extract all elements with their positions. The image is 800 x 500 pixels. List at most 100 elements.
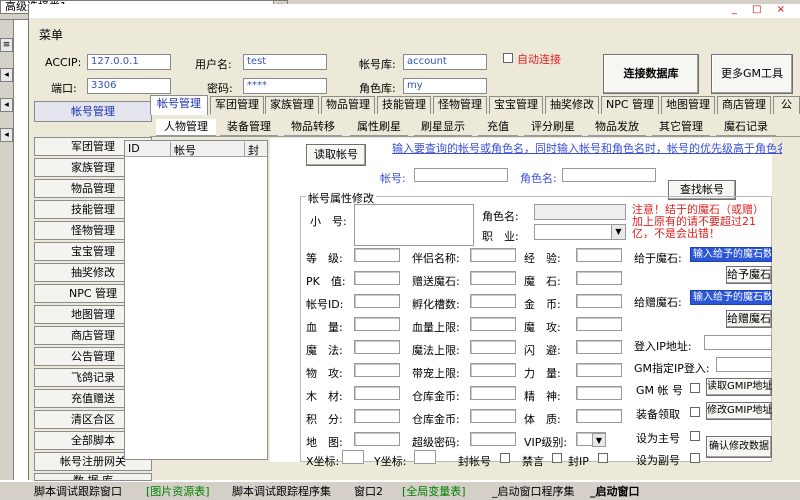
task-global-vars[interactable]: [全局变量表] xyxy=(402,484,466,499)
tab-notice-manage[interactable]: 公 xyxy=(773,96,800,114)
tab-monster-manage[interactable]: 怪物管理 xyxy=(433,96,487,114)
give-stone-button[interactable]: 给予魔石 xyxy=(726,266,772,284)
set-sub-checkbox[interactable] xyxy=(690,453,700,463)
task-image-resources[interactable]: [图片资源表] xyxy=(146,484,210,499)
tab-recharge[interactable]: 充值 xyxy=(478,119,518,136)
tab-other-manage[interactable]: 其它管理 xyxy=(652,119,710,136)
warehouse-gold-2-input[interactable] xyxy=(470,409,516,423)
chevron-down-icon[interactable]: ▼ xyxy=(592,433,606,447)
task-startup-window[interactable]: _启动窗口 xyxy=(590,484,640,499)
dodge-input[interactable] xyxy=(576,340,622,354)
task-script-debug-window[interactable]: 脚本调试跟踪窗口 xyxy=(34,484,122,499)
task-window2[interactable]: 窗口2 xyxy=(354,484,383,499)
super-password-input[interactable] xyxy=(470,432,516,446)
account-db-input[interactable]: account xyxy=(403,54,487,70)
give-stone-input[interactable]: 输入给予的魔石数 xyxy=(690,247,772,262)
mp-max-input[interactable] xyxy=(470,340,516,354)
task-script-debug-set[interactable]: 脚本调试跟踪程序集 xyxy=(232,484,331,499)
tab-family-manage[interactable]: 家族管理 xyxy=(265,96,319,114)
password-input[interactable]: **** xyxy=(243,78,327,94)
mate-name-input[interactable] xyxy=(470,248,516,262)
phys-attack-input[interactable] xyxy=(354,363,400,377)
tab-pet-manage[interactable]: 宝宝管理 xyxy=(489,96,543,114)
tab-magic-stone-log[interactable]: 魔石记录 xyxy=(716,119,776,136)
account-id-label: 帐号ID: xyxy=(306,298,344,311)
mp-input[interactable] xyxy=(354,340,400,354)
mate-name-label: 伴侣名称: xyxy=(412,252,460,265)
username-input[interactable]: test xyxy=(243,54,327,70)
seal-ip-checkbox[interactable] xyxy=(598,453,608,463)
nav-account-manage[interactable]: 帐号管理 xyxy=(34,101,152,122)
account-db-label: 帐号库: xyxy=(359,58,396,71)
constitution-input[interactable] xyxy=(576,409,622,423)
tab-item-transfer[interactable]: 物品转移 xyxy=(284,119,342,136)
role-db-label: 角色库: xyxy=(359,82,396,95)
gm-account-checkbox[interactable] xyxy=(690,383,700,393)
y-coord-input[interactable] xyxy=(414,450,436,464)
tab-score-star[interactable]: 评分刷星 xyxy=(524,119,582,136)
col-id[interactable]: ID xyxy=(125,142,171,156)
nav-database[interactable]: 数 据 库 xyxy=(34,473,152,481)
tab-shop-manage[interactable]: 商店管理 xyxy=(717,96,771,114)
edge-menu-icon[interactable]: ≡ xyxy=(0,38,13,52)
tab-character-manage[interactable]: 人物管理 xyxy=(156,119,216,136)
confirm-modify-button[interactable]: 确认修改数据 xyxy=(706,436,772,458)
exp-input[interactable] xyxy=(576,248,622,262)
tab-npc-manage[interactable]: NPC 管理 xyxy=(601,96,659,114)
connect-db-button[interactable]: 连接数据库 xyxy=(603,54,699,94)
wood-input[interactable] xyxy=(354,386,400,400)
pet-limit-input[interactable] xyxy=(470,363,516,377)
tab-star-display[interactable]: 刷星显示 xyxy=(414,119,472,136)
spirit-input[interactable] xyxy=(576,386,622,400)
tab-lottery-modify[interactable]: 抽奖修改 xyxy=(545,96,599,114)
gift-stone-button[interactable]: 给赠魔石 xyxy=(726,310,772,328)
seal-account-checkbox[interactable] xyxy=(500,453,510,463)
task-startup-window-set[interactable]: _启动窗口程序集 xyxy=(492,484,575,499)
points-input[interactable] xyxy=(354,409,400,423)
gift-stone-input[interactable] xyxy=(470,271,516,285)
tab-item-issue[interactable]: 物品发放 xyxy=(588,119,646,136)
gm-ip-label: GM指定IP登入: xyxy=(634,362,710,375)
gold-input[interactable] xyxy=(576,294,622,308)
pk-value-input[interactable] xyxy=(354,271,400,285)
vip-level-label: VIP级别: xyxy=(524,436,568,449)
role-db-input[interactable]: my xyxy=(403,78,487,94)
modify-gmip-button[interactable]: 修改GMIP地址 xyxy=(706,402,772,420)
edge-collapse-icon[interactable]: ◂ xyxy=(0,128,13,142)
account-id-input[interactable] xyxy=(354,294,400,308)
tab-map-manage[interactable]: 地图管理 xyxy=(661,96,715,114)
read-gmip-button[interactable]: 读取GMIP地址 xyxy=(706,378,772,396)
gm-ip-input[interactable] xyxy=(716,357,772,372)
tab-attr-star[interactable]: 属性刷星 xyxy=(350,119,408,136)
edge-collapse-icon[interactable]: ◂ xyxy=(0,98,13,112)
equip-claim-checkbox[interactable] xyxy=(690,407,700,417)
login-ip-input[interactable] xyxy=(704,335,772,350)
x-coord-input[interactable] xyxy=(342,450,364,464)
col-account[interactable]: 帐号 xyxy=(171,142,245,157)
ban-chat-checkbox[interactable] xyxy=(552,453,562,463)
map-input[interactable] xyxy=(354,432,400,446)
set-main-checkbox[interactable] xyxy=(690,431,700,441)
tab-item-manage[interactable]: 物品管理 xyxy=(321,96,375,114)
tab2-baseline xyxy=(150,136,800,137)
tab-skill-manage[interactable]: 技能管理 xyxy=(377,96,431,114)
edge-collapse-icon[interactable]: ◂ xyxy=(0,68,13,82)
account-list[interactable]: ID 帐号 封 xyxy=(124,140,268,460)
tab-legion-manage[interactable]: 军团管理 xyxy=(210,96,264,114)
warehouse-gold-input[interactable] xyxy=(470,386,516,400)
window-controls[interactable]: _ □ × xyxy=(732,4,791,15)
col-seal[interactable]: 封 xyxy=(245,142,267,157)
magic-attack-input[interactable] xyxy=(576,317,622,331)
hp-max-input[interactable] xyxy=(470,317,516,331)
hp-input[interactable] xyxy=(354,317,400,331)
autoconnect-checkbox[interactable] xyxy=(503,53,513,63)
gift-stone-input[interactable]: 输入给予的魔石数 xyxy=(690,290,772,305)
more-gm-tools-button[interactable]: 更多GM工具 xyxy=(711,54,793,94)
tab-equipment-manage[interactable]: 装备管理 xyxy=(220,119,278,136)
magic-stone-input[interactable] xyxy=(576,271,622,285)
level-input[interactable] xyxy=(354,248,400,262)
tab-account-manage[interactable]: 帐号管理 xyxy=(150,95,208,115)
hatch-slots-input[interactable] xyxy=(470,294,516,308)
strength-input[interactable] xyxy=(576,363,622,377)
map-label: 地 图: xyxy=(306,436,343,449)
